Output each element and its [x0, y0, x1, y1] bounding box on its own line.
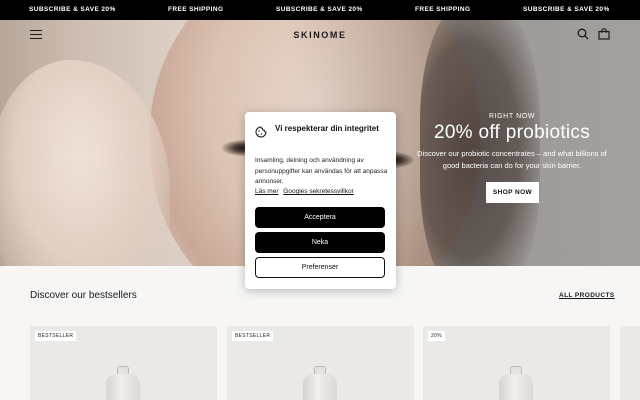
privacy-terms-link[interactable]: Googles sekretessvillkor: [283, 188, 353, 195]
ticker-item: FREE SHIPPING: [415, 6, 471, 13]
cookie-title: Vi respekterar din integritet: [275, 124, 379, 133]
hero-promo: RIGHT NOW 20% off probiotics Discover ou…: [408, 113, 616, 172]
product-badge: BESTSELLER: [232, 331, 274, 341]
ticker-item: FREE SHIPPING: [168, 6, 224, 13]
cookie-icon: [255, 126, 267, 138]
product-card[interactable]: BESTSELLER: [227, 326, 414, 400]
product-image: [499, 374, 533, 400]
section-title: Discover our bestsellers: [30, 290, 137, 301]
hero-description: Discover our probiotic concentrates – an…: [417, 149, 607, 170]
product-card[interactable]: [620, 326, 640, 400]
product-image: [106, 374, 140, 400]
preferences-button[interactable]: Preferenser: [255, 257, 385, 278]
cookie-consent-dialog: Vi respekterar din integritet Insamling,…: [245, 112, 396, 289]
ticker-item: SUBSCRIBE & SAVE 20%: [523, 6, 610, 13]
cookie-text: Insamling, delning och användning av per…: [255, 157, 388, 185]
shop-now-button[interactable]: SHOP NOW: [486, 182, 539, 203]
read-more-link[interactable]: Läs mer: [255, 188, 278, 195]
ticker-item: SUBSCRIBE & SAVE 20%: [29, 6, 116, 13]
shopping-bag-icon[interactable]: [598, 28, 610, 40]
product-badge: 20%: [428, 331, 445, 341]
site-logo[interactable]: SKINOME: [270, 30, 370, 40]
product-badge: BESTSELLER: [35, 331, 77, 341]
deny-button[interactable]: Neka: [255, 232, 385, 253]
product-image: [303, 374, 337, 400]
accept-button[interactable]: Acceptera: [255, 207, 385, 228]
product-card[interactable]: 20%: [423, 326, 610, 400]
announcement-bar: SUBSCRIBE & SAVE 20% FREE SHIPPING SUBSC…: [0, 0, 640, 20]
ticker-item: SUBSCRIBE & SAVE 20%: [276, 6, 363, 13]
search-icon[interactable]: [577, 28, 589, 40]
hero-title: 20% off probiotics: [433, 122, 591, 143]
all-products-link[interactable]: ALL PRODUCTS: [559, 292, 615, 299]
hamburger-icon[interactable]: [30, 30, 42, 39]
product-card[interactable]: BESTSELLER: [30, 326, 217, 400]
hero-eyebrow: RIGHT NOW: [488, 113, 536, 120]
